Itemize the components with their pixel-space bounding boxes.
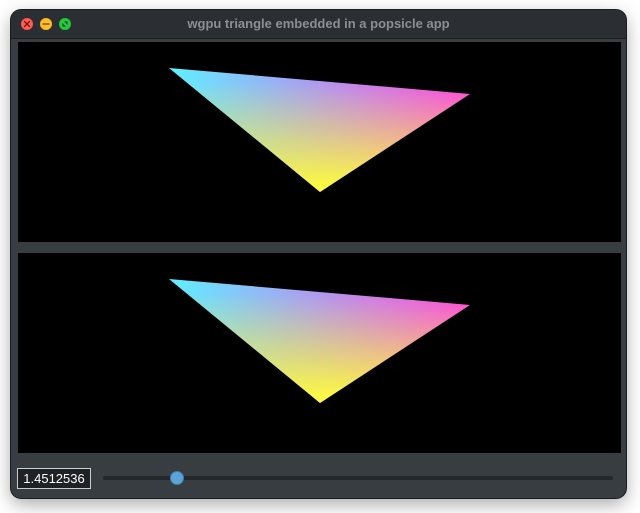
triangle-render-top <box>169 68 470 192</box>
titlebar[interactable]: wgpu triangle embedded in a popsicle app <box>11 10 626 39</box>
render-viewport-top[interactable] <box>18 42 621 242</box>
viewport-divider <box>11 242 626 253</box>
app-window: wgpu triangle embedded in a popsicle app <box>11 10 626 498</box>
window-title: wgpu triangle embedded in a popsicle app <box>187 16 450 31</box>
triangle-render-bottom <box>169 279 470 403</box>
slider-fill <box>103 476 177 480</box>
render-viewport-bottom[interactable] <box>18 253 621 453</box>
value-display: 1.4512536 <box>17 468 91 489</box>
slider-thumb[interactable] <box>171 472 183 484</box>
